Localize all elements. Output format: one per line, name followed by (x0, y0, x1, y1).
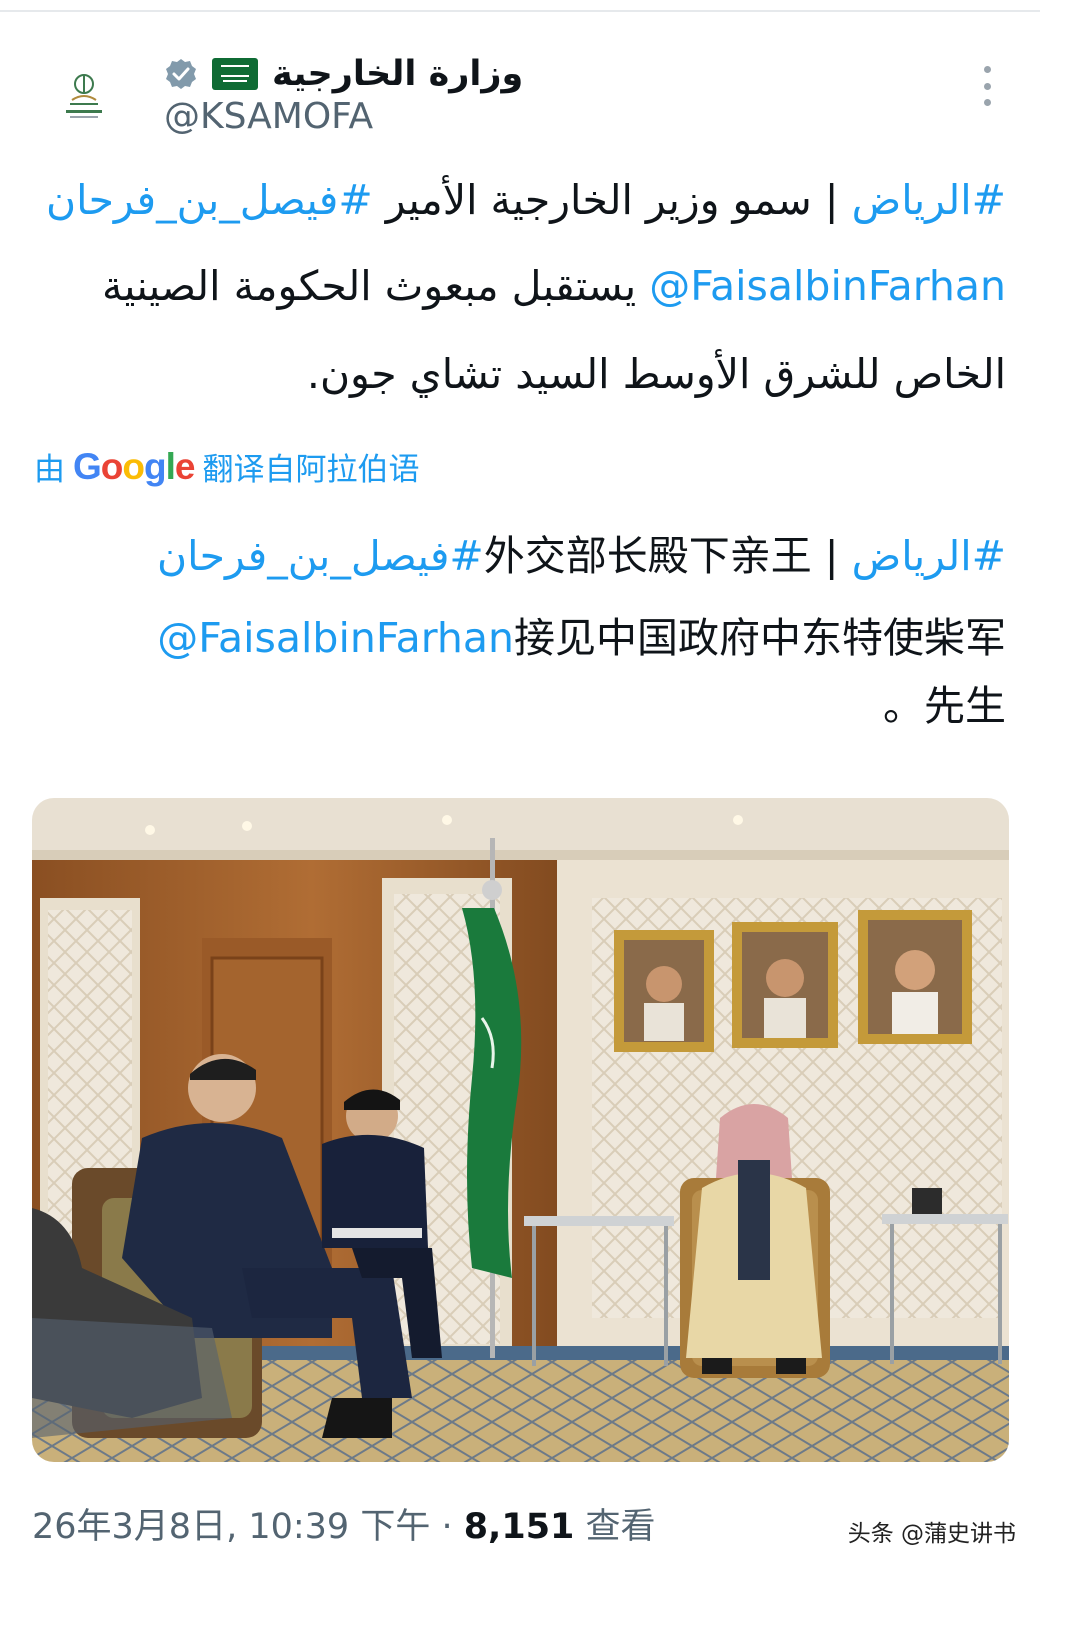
mention-faisal-translated[interactable]: @FaisalbinFarhan (157, 614, 514, 662)
tweet-text-segment: | سمو وزير الخارجية الأمير (372, 176, 852, 224)
tweet-line-1: #الرياض | سمو وزير الخارجية الأمير #فيصل… (46, 176, 1006, 224)
account-name-row[interactable]: وزارة الخارجية (164, 50, 523, 98)
translated-line-1: #فيصل_بن_فرحان外交部长殿下亲王 | #الرياض (157, 522, 1006, 582)
tweet-line-3: الخاص للشرق الأوسط السيد تشاي جون. (306, 350, 1006, 398)
hashtag-faisal[interactable]: #فيصل_بن_فرحان (46, 176, 373, 224)
translated-line-2: @FaisalbinFarhan接见中国政府中东特使柴军 (157, 604, 1006, 664)
hashtag-faisal-translated[interactable]: #فيصل_بن_فرحان (157, 532, 484, 580)
top-divider (0, 10, 1040, 12)
tweet-meta: 26年3月8日, 10:39 下午 · 8,151 查看 (32, 1498, 656, 1549)
ministry-emblem-icon (66, 74, 102, 118)
translated-text-segment: 接见中国政府中东特使柴军 (514, 614, 1006, 662)
views-label: 查看 (574, 1507, 656, 1547)
meeting-photo-illustration (32, 798, 1009, 1462)
translated-by-google-link[interactable]: 由 Google 翻译自阿拉伯语 (34, 444, 419, 489)
translated-separator: | (811, 532, 852, 580)
saudi-flag-icon (212, 58, 258, 90)
tweet-line-2: @FaisalbinFarhan يستقبل مبعوث الحكومة ال… (102, 262, 1006, 310)
translated-line-3: 。先生 (883, 682, 1006, 730)
hashtag-riyadh[interactable]: #الرياض (852, 176, 1006, 224)
views-count: 8,151 (463, 1507, 575, 1547)
account-avatar[interactable] (44, 56, 124, 136)
tweet-photo[interactable] (32, 798, 1009, 1462)
translate-suffix: 翻译自阿拉伯语 (202, 452, 420, 488)
mention-faisal[interactable]: @FaisalbinFarhan (649, 262, 1006, 310)
translate-prefix: 由 (34, 452, 65, 488)
tweet-timestamp[interactable]: 26年3月8日, 10:39 下午 · (32, 1507, 464, 1547)
account-display-name[interactable]: وزارة الخارجية (272, 54, 523, 94)
source-watermark: 头条 @蒲史讲书 (847, 1521, 1016, 1547)
hashtag-riyadh-translated[interactable]: #الرياض (852, 532, 1006, 580)
account-handle[interactable]: @KSAMOFA (164, 96, 373, 137)
translated-text-segment: 外交部长殿下亲王 (483, 532, 812, 580)
tweet-text-segment: يستقبل مبعوث الحكومة الصينية (102, 262, 650, 310)
verified-badge-icon (166, 59, 196, 89)
more-options-icon[interactable] (972, 66, 1002, 106)
google-logo: Google (73, 445, 195, 487)
